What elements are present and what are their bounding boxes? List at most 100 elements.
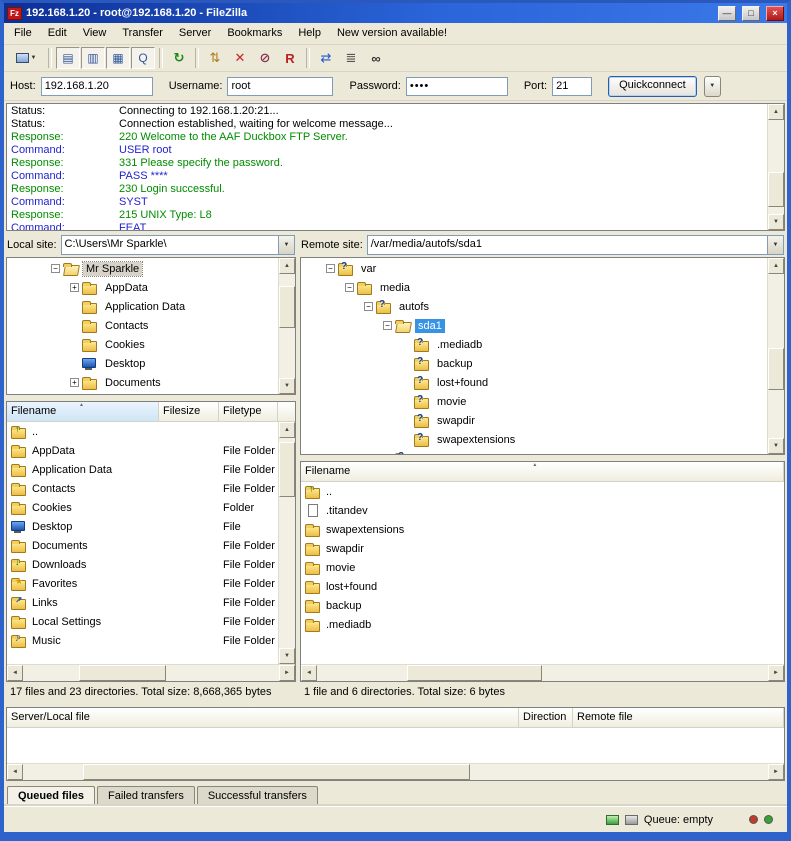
tree-expander[interactable]	[364, 302, 373, 311]
tree-expander[interactable]	[326, 264, 335, 273]
tree-item-label[interactable]: Desktop	[102, 357, 148, 371]
scroll-down-icon[interactable]: ▼	[768, 438, 784, 454]
file-row[interactable]: ..	[301, 482, 784, 501]
tree-item-label[interactable]: Downloads	[102, 395, 162, 396]
tree-item[interactable]: sda1	[301, 316, 767, 335]
file-row[interactable]: Music File Folder	[7, 631, 278, 650]
scroll-left-icon[interactable]: ◄	[7, 764, 23, 780]
scrollbar-track[interactable]	[317, 665, 768, 681]
tree-item-label[interactable]: media	[377, 281, 413, 295]
find-files-icon[interactable]: ∞	[364, 47, 388, 69]
menu-item[interactable]: File	[6, 23, 40, 44]
process-queue-icon[interactable]: ⇅	[203, 47, 227, 69]
file-row[interactable]: ..	[7, 422, 278, 441]
encryption-status-icon[interactable]	[625, 815, 638, 825]
scrollbar-track[interactable]	[279, 274, 295, 378]
tree-item[interactable]: Downloads	[7, 392, 278, 395]
scrollbar-thumb[interactable]	[83, 764, 470, 780]
file-name-cell[interactable]: Contacts	[7, 482, 159, 496]
scroll-up-icon[interactable]: ▲	[279, 258, 295, 274]
scroll-left-icon[interactable]: ◄	[301, 665, 317, 681]
chevron-down-icon[interactable]: ▼	[767, 236, 783, 254]
tree-item[interactable]: media	[301, 278, 767, 297]
file-row[interactable]: movie	[301, 558, 784, 577]
file-row[interactable]: Downloads File Folder	[7, 555, 278, 574]
toggle-queue-icon[interactable]: Q	[131, 47, 155, 69]
file-name-cell[interactable]: Desktop	[7, 520, 159, 534]
tree-expander[interactable]	[70, 283, 79, 292]
scrollbar-thumb[interactable]	[768, 172, 784, 208]
file-name-cell[interactable]: movie	[301, 561, 784, 575]
local-site-combobox[interactable]: C:\Users\Mr Sparkle\ ▼	[61, 235, 295, 255]
tree-expander[interactable]	[345, 283, 354, 292]
cancel-icon[interactable]: ✕	[228, 47, 252, 69]
file-name-cell[interactable]: swapdir	[301, 542, 784, 556]
scrollbar-thumb[interactable]	[768, 348, 784, 391]
tree-item[interactable]: autofs	[301, 297, 767, 316]
tree-item[interactable]: backup	[301, 354, 767, 373]
speed-limits-icon[interactable]	[606, 815, 619, 825]
queue-tab[interactable]: Successful transfers	[197, 786, 318, 806]
scroll-left-icon[interactable]: ◄	[7, 665, 23, 681]
scrollbar-thumb[interactable]	[279, 286, 295, 328]
tree-item-label[interactable]: lost+found	[434, 376, 491, 390]
tree-item[interactable]: var	[301, 259, 767, 278]
tree-item[interactable]: Mr Sparkle	[7, 259, 278, 278]
file-name-cell[interactable]: Links	[7, 596, 159, 610]
scroll-up-icon[interactable]: ▲	[768, 104, 784, 120]
tree-item-label[interactable]: AppData	[102, 281, 151, 295]
tree-expander[interactable]	[70, 378, 79, 387]
tree-item[interactable]: Cookies	[7, 335, 278, 354]
close-button[interactable]: ×	[766, 6, 784, 21]
file-name-cell[interactable]: AppData	[7, 444, 159, 458]
menu-item[interactable]: New version available!	[329, 23, 455, 44]
file-row[interactable]: AppData File Folder	[7, 441, 278, 460]
tree-item[interactable]: Contacts	[7, 316, 278, 335]
toggle-remote-tree-icon[interactable]: ▦	[106, 47, 130, 69]
column-header-remote-file[interactable]: Remote file	[573, 708, 784, 727]
tree-item[interactable]: Application Data	[7, 297, 278, 316]
file-row[interactable]: Favorites File Folder	[7, 574, 278, 593]
tree-item-label[interactable]: backup	[434, 357, 475, 371]
file-name-cell[interactable]: Cookies	[7, 501, 159, 515]
menu-item[interactable]: View	[75, 23, 115, 44]
file-row[interactable]: Contacts File Folder	[7, 479, 278, 498]
file-name-cell[interactable]: .mediadb	[301, 618, 784, 632]
remote-list-hscrollbar[interactable]: ◄ ►	[301, 664, 784, 681]
scroll-down-icon[interactable]: ▼	[279, 378, 295, 394]
remote-site-combobox[interactable]: /var/media/autofs/sda1 ▼	[367, 235, 784, 255]
queue-tab[interactable]: Failed transfers	[97, 786, 195, 806]
menu-item[interactable]: Server	[171, 23, 219, 44]
tree-item[interactable]: swapdir	[301, 411, 767, 430]
disconnect-icon[interactable]: ⊘	[253, 47, 277, 69]
tree-item[interactable]: AppData	[7, 278, 278, 297]
file-row[interactable]: swapextensions	[301, 520, 784, 539]
scrollbar-thumb[interactable]	[407, 665, 542, 681]
directory-comparison-icon[interactable]: ⇄	[314, 47, 338, 69]
tree-item[interactable]: swapextensions	[301, 430, 767, 449]
file-row[interactable]: Cookies Folder	[7, 498, 278, 517]
tree-item-label[interactable]: .mediadb	[434, 338, 485, 352]
tree-item[interactable]: dvd	[301, 449, 767, 455]
tree-expander[interactable]	[383, 321, 392, 330]
tree-expander[interactable]	[51, 264, 60, 273]
file-row[interactable]: backup	[301, 596, 784, 615]
menu-item[interactable]: Bookmarks	[219, 23, 290, 44]
tree-item-label[interactable]: autofs	[396, 300, 432, 314]
tree-item-label[interactable]: Mr Sparkle	[83, 262, 142, 276]
quickconnect-dropdown-button[interactable]: ▼	[704, 76, 721, 97]
column-header-filesize[interactable]: Filesize	[159, 402, 219, 421]
refresh-icon[interactable]: ↻	[167, 47, 191, 69]
toggle-message-log-icon[interactable]: ▤	[56, 47, 80, 69]
queue-tab[interactable]: Queued files	[7, 786, 95, 806]
scroll-right-icon[interactable]: ►	[768, 764, 784, 780]
column-header-filename[interactable]: Filename ▲	[301, 462, 784, 481]
chevron-down-icon[interactable]: ▼	[278, 236, 294, 254]
reconnect-icon[interactable]: R	[278, 47, 302, 69]
file-row[interactable]: swapdir	[301, 539, 784, 558]
port-input[interactable]	[552, 77, 592, 96]
scroll-down-icon[interactable]: ▼	[279, 648, 295, 664]
scroll-right-icon[interactable]: ►	[279, 665, 295, 681]
titlebar[interactable]: Fz 192.168.1.20 - root@192.168.1.20 - Fi…	[4, 3, 787, 23]
local-list-hscrollbar[interactable]: ◄ ►	[7, 664, 295, 681]
